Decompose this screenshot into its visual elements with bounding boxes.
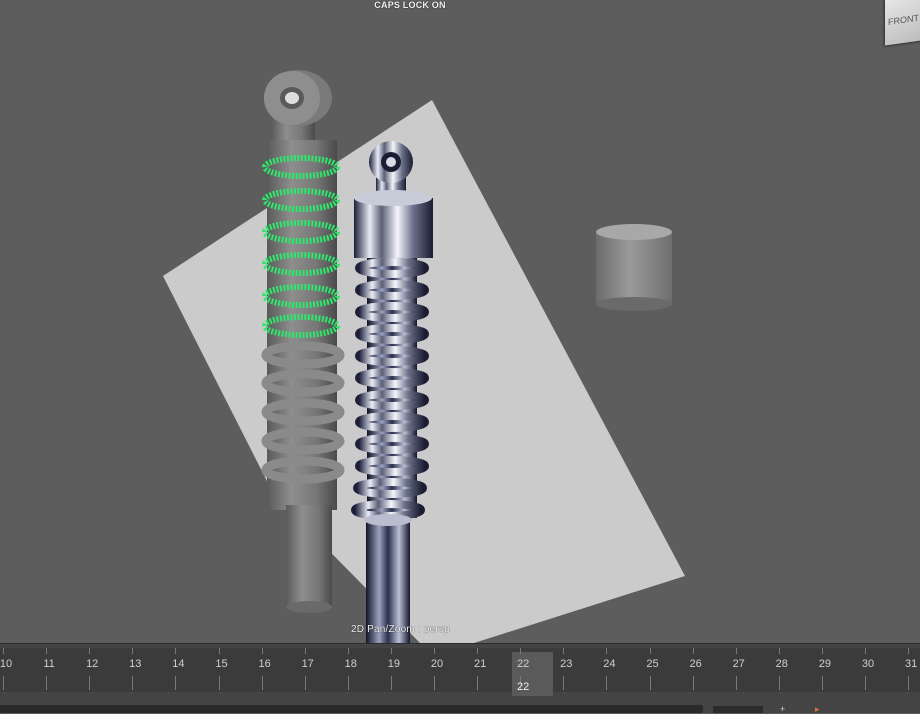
frame-label-15: 15	[215, 658, 228, 670]
frame-tick	[606, 676, 608, 690]
frame-tick-top	[390, 648, 392, 654]
frame-label-23: 23	[560, 658, 573, 670]
frame-label-29: 29	[818, 658, 832, 670]
frame-label-19: 19	[387, 658, 401, 670]
frame-tick-top	[477, 648, 479, 654]
frame-tick-top	[649, 648, 651, 654]
frame-label-20: 20	[430, 658, 444, 670]
frame-tick-top	[520, 648, 522, 654]
frame-tick	[865, 676, 866, 690]
frame-tick-top	[132, 648, 134, 654]
frame-tick-top	[692, 648, 694, 654]
3d-viewport[interactable]: CAPS LOCK ON 2D Pan/Zoom : persp FRONT	[0, 0, 920, 643]
camera-status-text: 2D Pan/Zoom : persp	[351, 624, 450, 635]
frame-tick-top	[778, 648, 780, 654]
frame-tick-top	[89, 648, 91, 654]
frame-tick	[132, 676, 134, 690]
frame-tick	[347, 676, 349, 690]
frame-tick	[735, 676, 737, 690]
frame-label-13: 13	[129, 658, 142, 670]
frame-label-12: 12	[86, 658, 99, 670]
cylinder-primitive	[596, 224, 672, 311]
frame-tick	[649, 676, 651, 690]
scene-render[interactable]	[0, 0, 920, 643]
frame-tick-top	[908, 648, 910, 654]
current-frame-readout: 22	[517, 681, 530, 693]
caps-lock-indicator: CAPS LOCK ON	[374, 0, 446, 10]
frame-tick	[390, 676, 392, 690]
range-slider-bar: + ▸	[0, 698, 920, 714]
range-field[interactable]	[713, 706, 763, 713]
frame-tick	[434, 676, 435, 690]
frame-tick	[261, 676, 263, 690]
frame-tick	[175, 676, 177, 690]
frame-tick-top	[304, 648, 306, 654]
frame-tick-top	[735, 648, 737, 654]
ground-plane	[163, 100, 685, 643]
frame-tick	[46, 676, 48, 690]
frame-tick	[218, 676, 220, 690]
frame-label-10: 10	[0, 658, 13, 670]
frame-tick	[563, 676, 565, 690]
view-cube-label: FRONT	[888, 12, 919, 28]
frame-label-17: 17	[301, 658, 314, 670]
frame-tick-top	[606, 648, 608, 654]
timeline-strip[interactable]: 10 11 12 13 14 15 16 17 18 19 20 21 22 23 24 25 26 27 28 29…	[0, 648, 920, 696]
frame-tick-top	[434, 648, 435, 654]
frame-label-30: 30	[861, 658, 875, 670]
frame-label-14: 14	[172, 658, 185, 670]
grey-shock-absorber	[261, 70, 345, 613]
frame-label-24: 24	[603, 658, 616, 670]
frame-tick-top	[865, 648, 866, 654]
frame-tick-top	[563, 648, 565, 654]
playback-icon[interactable]: ▸	[815, 705, 825, 714]
frame-tick-top	[175, 648, 177, 654]
frame-tick	[304, 676, 306, 690]
view-cube-icon[interactable]: FRONT	[885, 0, 920, 46]
frame-tick	[89, 676, 91, 690]
frame-tick	[3, 676, 4, 690]
frame-label-26: 26	[689, 658, 702, 670]
frame-tick-top	[46, 648, 48, 654]
range-slider[interactable]	[0, 705, 703, 713]
frame-label-16: 16	[258, 658, 271, 670]
frame-tick-top	[218, 648, 220, 654]
frame-tick	[477, 676, 479, 690]
frame-label-18: 18	[344, 658, 357, 670]
frame-tick-top	[821, 648, 823, 654]
frame-label-28: 28	[775, 658, 788, 670]
frame-tick	[692, 676, 694, 690]
frame-tick	[821, 676, 823, 690]
timeline-ticks: 10 11 12 13 14 15 16 17 18 19 20 21 22 23 24 25 26 27 28 29…	[0, 648, 920, 692]
frame-label-31: 31	[904, 658, 918, 670]
frame-tick-top	[347, 648, 349, 654]
frame-tick	[908, 676, 910, 690]
frame-label-21: 21	[473, 658, 487, 670]
frame-label-27: 27	[732, 658, 745, 670]
frame-tick-top	[3, 648, 4, 654]
frame-label-11: 11	[43, 658, 55, 670]
time-slider[interactable]: 10 11 12 13 14 15 16 17 18 19 20 21 22 23 24 25 26 27 28 29…	[0, 643, 920, 698]
frame-tick	[778, 676, 780, 690]
key-icon[interactable]: +	[780, 705, 790, 714]
frame-label-25: 25	[646, 658, 659, 670]
frame-tick-top	[261, 648, 263, 654]
frame-label-22: 22	[517, 658, 530, 670]
